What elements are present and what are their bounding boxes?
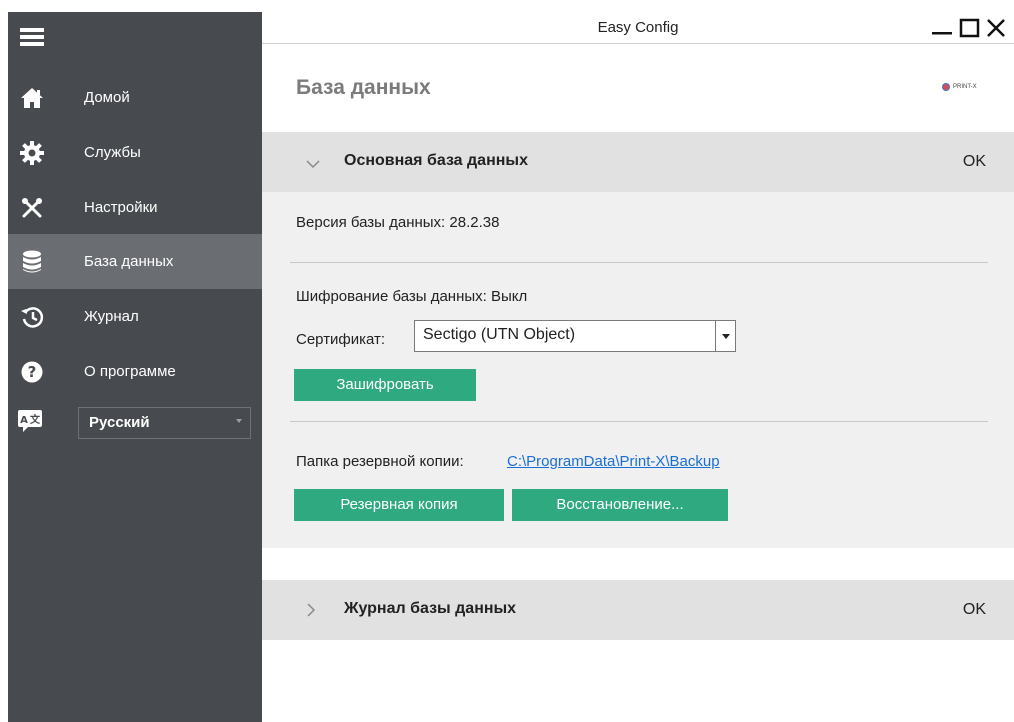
- certificate-label: Сертификат:: [296, 331, 386, 348]
- section-header-main-db[interactable]: Основная база данных OK: [262, 132, 1014, 192]
- page-title: База данных: [296, 76, 431, 99]
- minimize-icon[interactable]: [930, 14, 954, 42]
- backup-folder-link[interactable]: C:\ProgramData\Print-X\Backup: [507, 453, 720, 470]
- certificate-select-value: Sectigo (UTN Object): [423, 326, 576, 343]
- logo-icon: [942, 83, 950, 91]
- sidebar-item-about[interactable]: ? О программе: [8, 344, 262, 399]
- sidebar-item-label: Службы: [84, 144, 141, 161]
- tools-icon: [20, 196, 44, 220]
- sidebar-item-database[interactable]: База данных: [8, 234, 262, 289]
- sidebar-item-label: База данных: [84, 253, 174, 270]
- printx-logo: PRINT-X: [942, 83, 977, 91]
- chevron-down-icon: [236, 419, 242, 423]
- close-icon[interactable]: [984, 14, 1008, 42]
- sidebar-item-home[interactable]: Домой: [8, 70, 262, 125]
- database-icon: [20, 250, 44, 274]
- language-select-value: Русский: [89, 414, 150, 431]
- section-status: OK: [962, 601, 986, 618]
- hamburger-menu-icon[interactable]: [20, 28, 44, 46]
- chevron-down-icon: [306, 154, 320, 173]
- sidebar-item-settings[interactable]: Настройки: [8, 180, 262, 235]
- home-icon: [20, 86, 44, 110]
- sidebar-item-label: Настройки: [84, 199, 158, 216]
- backup-button[interactable]: Резервная копия: [294, 489, 504, 521]
- sidebar: Домой Службы Настройки База данных Журна…: [8, 12, 262, 722]
- sidebar-item-journal[interactable]: Журнал: [8, 289, 262, 344]
- backup-folder-label: Папка резервной копии:: [296, 453, 464, 470]
- certificate-select[interactable]: Sectigo (UTN Object): [414, 320, 736, 352]
- db-version-text: Версия базы данных: 28.2.38: [296, 214, 500, 231]
- section-status: OK: [962, 153, 986, 170]
- svg-text:A: A: [20, 415, 28, 426]
- title-bar: Easy Config: [262, 12, 1014, 44]
- chevron-right-icon: [306, 602, 316, 621]
- section-header-db-journal[interactable]: Журнал базы данных OK: [262, 580, 1014, 640]
- encryption-status-text: Шифрование базы данных: Выкл: [296, 288, 528, 305]
- dropdown-arrow-icon[interactable]: [715, 321, 735, 351]
- sidebar-item-label: Журнал: [84, 308, 139, 325]
- divider: [290, 421, 988, 422]
- logo-text: PRINT-X: [953, 84, 977, 90]
- restore-button[interactable]: Восстановление...: [512, 489, 728, 521]
- gear-icon: [20, 140, 44, 165]
- help-icon: ?: [20, 360, 44, 384]
- sidebar-item-services[interactable]: Службы: [8, 125, 262, 180]
- history-icon: [20, 305, 44, 329]
- language-icon: A文: [18, 410, 44, 432]
- divider: [290, 262, 988, 263]
- svg-text:?: ?: [28, 363, 37, 381]
- svg-text:文: 文: [30, 413, 41, 426]
- maximize-icon[interactable]: [958, 14, 982, 42]
- section-title: Основная база данных: [344, 152, 528, 169]
- language-select[interactable]: Русский: [78, 407, 251, 439]
- sidebar-item-label: Домой: [84, 89, 130, 106]
- window-title: Easy Config: [597, 19, 679, 36]
- encrypt-button[interactable]: Зашифровать: [294, 369, 476, 401]
- sidebar-item-label: О программе: [84, 363, 176, 380]
- section-title: Журнал базы данных: [344, 600, 517, 617]
